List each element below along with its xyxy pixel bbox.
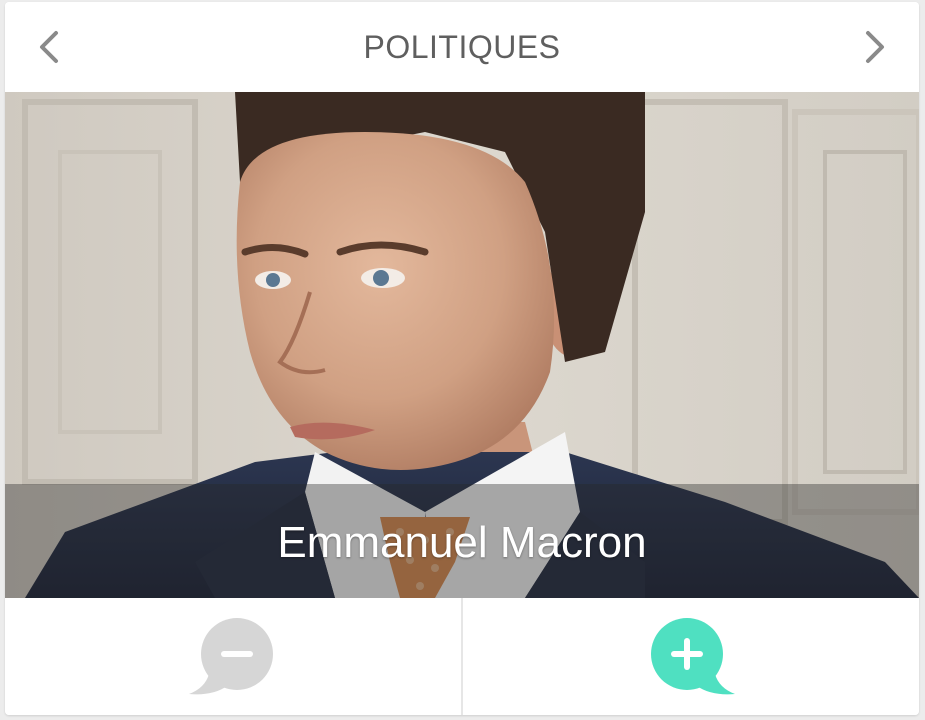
portrait-photo: Emmanuel Macron bbox=[5, 92, 919, 598]
minus-bubble-icon bbox=[189, 617, 273, 694]
person-name: Emmanuel Macron bbox=[277, 518, 647, 567]
vote-bar bbox=[5, 598, 919, 715]
politician-card: POLITIQUES Emmanuel Macron bbox=[5, 2, 919, 715]
next-button[interactable] bbox=[851, 22, 901, 72]
category-title: POLITIQUES bbox=[363, 29, 561, 65]
caption-bar: Emmanuel Macron bbox=[5, 484, 919, 598]
downvote-button[interactable] bbox=[5, 598, 461, 715]
header: POLITIQUES bbox=[5, 2, 919, 92]
chevron-right-icon bbox=[866, 31, 884, 63]
plus-bubble-icon bbox=[651, 617, 735, 694]
upvote-button[interactable] bbox=[463, 598, 919, 715]
